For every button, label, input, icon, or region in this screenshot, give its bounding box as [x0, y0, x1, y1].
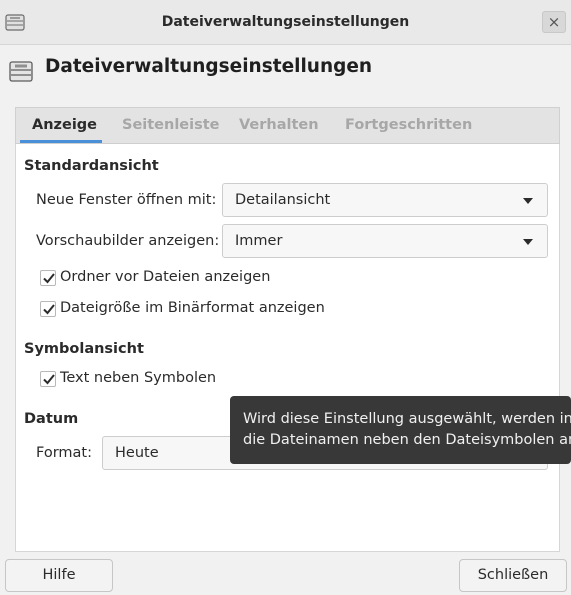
binary-size-checkbox[interactable]: [40, 301, 56, 317]
dropdown-arrow-icon: [523, 239, 533, 245]
tab-anzeige[interactable]: Anzeige: [32, 117, 97, 133]
tooltip-line-2: die Dateinamen neben den Dateisymbolen a…: [243, 432, 571, 448]
dropdown-arrow-icon: [523, 198, 533, 204]
thumbnails-value: Immer: [235, 233, 283, 249]
tooltip-line-1: Wird diese Einstellung ausgewählt, werde…: [243, 411, 571, 427]
tab-bar: Anzeige Seitenleiste Verhalten Fortgesch…: [15, 107, 560, 144]
tab-verhalten[interactable]: Verhalten: [239, 117, 319, 133]
drawer-icon: [9, 59, 33, 83]
close-button[interactable]: Schließen: [459, 559, 567, 592]
page-title: Dateiverwaltungseinstellungen: [45, 56, 373, 77]
folders-first-label: Ordner vor Dateien anzeigen: [60, 269, 271, 285]
checkmark-icon: [43, 374, 55, 385]
close-icon: ×: [547, 13, 561, 31]
text-beside-icons-checkbox[interactable]: [40, 371, 56, 387]
tab-fortgeschritten[interactable]: Fortgeschritten: [345, 117, 472, 133]
folders-first-checkbox[interactable]: [40, 270, 56, 286]
dialog-header: Dateiverwaltungseinstellungen: [0, 45, 571, 102]
binary-size-label: Dateigröße im Binärformat anzeigen: [60, 300, 325, 316]
window-title: Dateiverwaltungseinstellungen: [161, 14, 410, 30]
new-window-view-value: Detailansicht: [235, 192, 331, 208]
thumbnails-label: Vorschaubilder anzeigen:: [36, 233, 220, 249]
title-bar: Dateiverwaltungseinstellungen ×: [0, 0, 571, 45]
section-heading-standardansicht: Standardansicht: [24, 158, 159, 174]
section-heading-datum: Datum: [24, 411, 79, 427]
checkmark-icon: [43, 273, 55, 284]
new-window-label: Neue Fenster öffnen mit:: [36, 192, 217, 208]
text-beside-icons-label: Text neben Symbolen: [60, 370, 217, 386]
checkmark-icon: [43, 304, 55, 315]
new-window-view-select[interactable]: Detailansicht: [222, 183, 548, 217]
active-tab-indicator: [20, 140, 102, 143]
help-button[interactable]: Hilfe: [5, 559, 113, 592]
date-format-value: Heute: [115, 445, 159, 461]
tooltip: Wird diese Einstellung ausgewählt, werde…: [230, 396, 571, 464]
tab-seitenleiste[interactable]: Seitenleiste: [122, 117, 220, 133]
date-format-label: Format:: [36, 445, 92, 461]
section-heading-symbolansicht: Symbolansicht: [24, 341, 144, 357]
thumbnails-select[interactable]: Immer: [222, 224, 548, 258]
close-window-button[interactable]: ×: [542, 11, 566, 33]
